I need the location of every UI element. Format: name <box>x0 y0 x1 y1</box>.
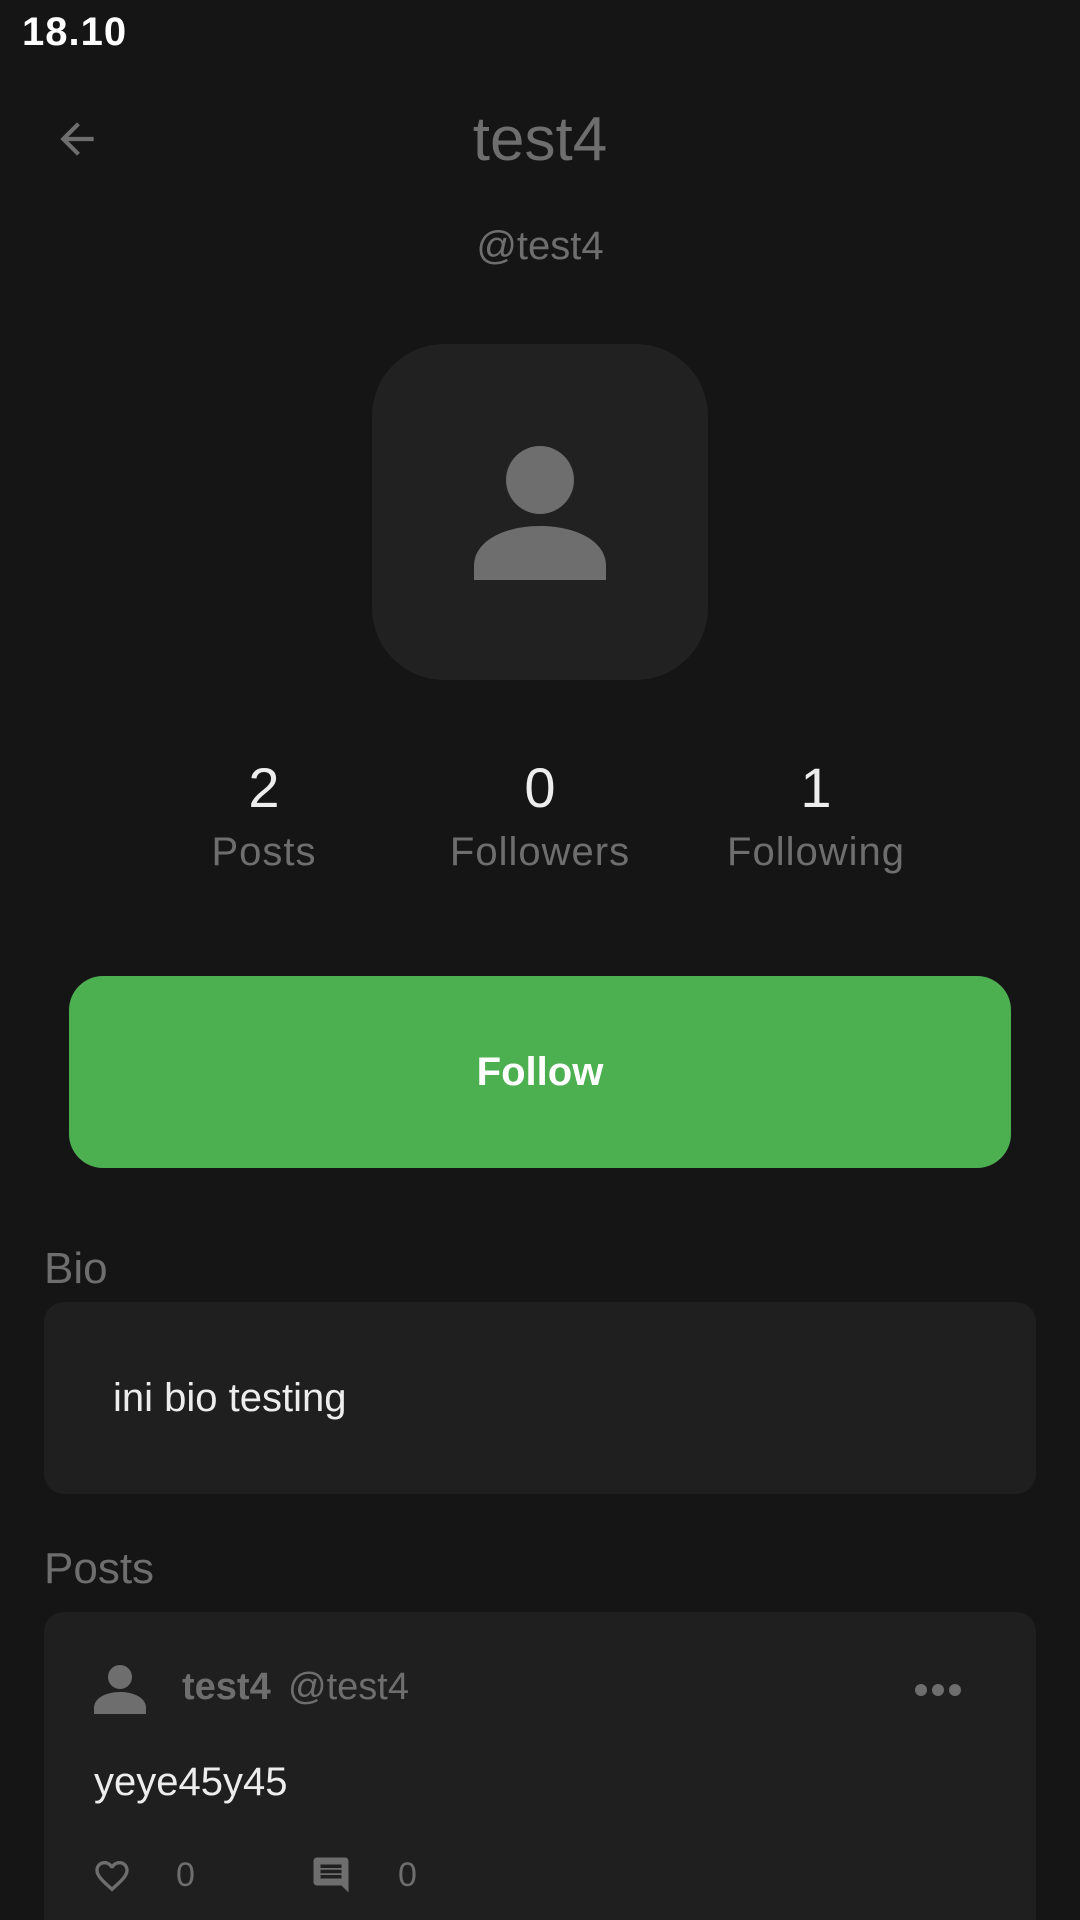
bio-text: ini bio testing <box>113 1375 347 1420</box>
person-icon <box>474 446 606 580</box>
comment-icon[interactable] <box>310 1854 352 1896</box>
post-comment-count: 0 <box>398 1856 417 1894</box>
bio-card: ini bio testing <box>44 1302 1036 1494</box>
stat-followers-value: 0 <box>524 756 556 819</box>
stat-posts-value: 2 <box>248 756 280 819</box>
posts-heading: Posts <box>44 1544 155 1593</box>
page-title: test4 <box>472 105 608 174</box>
profile-screen: 18.10 test4 @test4 2 Posts 0 Followers 1… <box>0 0 1080 1920</box>
stat-following-value: 1 <box>800 756 832 819</box>
avatar <box>372 344 708 680</box>
stat-posts-label: Posts <box>211 830 317 874</box>
stat-followers-label: Followers <box>449 830 631 874</box>
post-card[interactable]: test4 @test4 yeye45y45 0 0 <box>44 1612 1036 1920</box>
post-like-count: 0 <box>176 1856 195 1894</box>
stat-following-label: Following <box>727 830 905 874</box>
person-icon <box>94 1665 146 1714</box>
bio-heading: Bio <box>44 1244 108 1293</box>
stat-followers[interactable]: 0 Followers <box>420 752 660 875</box>
post-author-name[interactable]: test4 <box>182 1666 271 1709</box>
status-bar-time: 18.10 <box>22 10 128 54</box>
post-author-handle: @test4 <box>288 1666 409 1708</box>
post-text: yeye45y45 <box>94 1760 288 1804</box>
follow-button[interactable]: Follow <box>69 976 1011 1168</box>
heart-icon[interactable] <box>92 1856 132 1896</box>
profile-handle: @test4 <box>476 224 604 268</box>
stat-following[interactable]: 1 Following <box>696 752 936 875</box>
more-horizontal-icon <box>915 1684 961 1696</box>
stat-posts[interactable]: 2 Posts <box>144 752 384 875</box>
post-more-button[interactable] <box>906 1668 970 1712</box>
